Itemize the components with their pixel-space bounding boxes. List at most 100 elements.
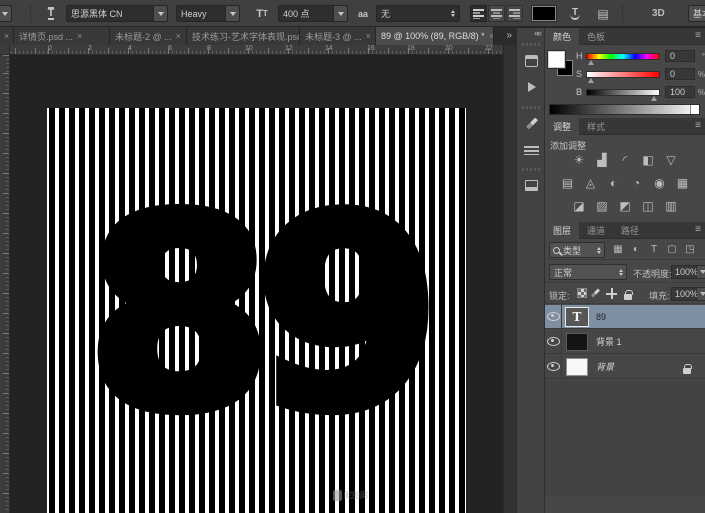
layer-filter-kind-select[interactable]: 类型: [549, 242, 605, 258]
warp-text-button[interactable]: T: [566, 5, 584, 22]
brush-panel-button[interactable]: [520, 113, 543, 134]
layer-visibility-toggle[interactable]: [545, 355, 562, 379]
curves-icon[interactable]: ◜: [617, 153, 633, 168]
document-tab[interactable]: 未标题-2 @ ... ×: [110, 27, 187, 45]
saturation-value[interactable]: 0: [665, 68, 695, 80]
document-tab-active[interactable]: 89 @ 100% (89, RGB/8) * ×: [376, 27, 494, 45]
hue-saturation-icon[interactable]: ▤: [560, 176, 576, 191]
font-family-select[interactable]: 思源黑体 CN: [66, 5, 168, 22]
panel-menu-icon[interactable]: ≡: [695, 224, 701, 235]
saturation-slider[interactable]: [586, 71, 660, 78]
updown-icon[interactable]: [447, 10, 459, 17]
vibrance-icon[interactable]: ▽: [663, 153, 679, 168]
collapse-dock-icon[interactable]: ««: [534, 28, 540, 38]
brightness-contrast-icon[interactable]: ☀: [571, 153, 587, 168]
close-icon[interactable]: ×: [489, 31, 494, 41]
panel-menu-icon[interactable]: ≡: [695, 120, 701, 131]
lock-paint-icon[interactable]: [591, 288, 600, 297]
filter-smart-objects-icon[interactable]: ◳: [683, 244, 697, 255]
dock-group-grip[interactable]: [522, 43, 541, 46]
color-ramp[interactable]: [549, 104, 700, 115]
lock-position-icon[interactable]: [606, 288, 617, 299]
close-icon[interactable]: ×: [77, 31, 82, 41]
filter-shape-layers-icon[interactable]: ▢: [665, 244, 679, 255]
text-layer-thumbnail[interactable]: T: [566, 308, 588, 326]
channel-mixer-icon[interactable]: ◉: [652, 176, 668, 191]
filter-pixel-layers-icon[interactable]: ▦: [611, 244, 625, 255]
workspace-switcher[interactable]: 基本功能: [688, 5, 705, 22]
brightness-value[interactable]: 100: [665, 86, 695, 98]
vertical-ruler[interactable]: [0, 55, 10, 513]
dock-group-grip[interactable]: [522, 168, 541, 171]
tab-paths[interactable]: 路径: [613, 222, 647, 239]
tool-preset-picker[interactable]: [0, 5, 12, 22]
canvas[interactable]: 89 昵图网: [47, 108, 466, 513]
close-icon[interactable]: ×: [176, 31, 181, 41]
canvas-text-89[interactable]: 89: [47, 184, 466, 446]
black-white-icon[interactable]: ◐: [606, 176, 622, 191]
close-icon[interactable]: ×: [4, 31, 9, 41]
horizontal-ruler[interactable]: 2 0 2 4 6 8 10 12 14 16 18 20 22: [10, 45, 503, 55]
levels-icon[interactable]: ▟: [594, 153, 610, 168]
history-panel-button[interactable]: [520, 50, 543, 71]
brightness-slider[interactable]: [586, 89, 660, 96]
tab-adjustments[interactable]: 调整: [545, 118, 579, 135]
foreground-color-swatch[interactable]: [548, 51, 565, 68]
layer-thumbnail[interactable]: [566, 358, 588, 376]
opacity-value[interactable]: 100%: [671, 265, 697, 279]
opacity-dropdown-arrow[interactable]: [697, 265, 705, 279]
dock-group-grip[interactable]: [522, 106, 541, 109]
anti-alias-select[interactable]: 无: [376, 5, 460, 22]
layer-row-89[interactable]: T 89: [545, 305, 705, 329]
layer-visibility-toggle[interactable]: [545, 305, 562, 329]
updown-icon[interactable]: [616, 269, 626, 276]
dropdown-arrow-icon[interactable]: [153, 6, 167, 21]
clone-source-panel-button[interactable]: [520, 175, 543, 196]
blend-mode-select[interactable]: 正常: [549, 264, 627, 280]
toggle-text-orientation-button[interactable]: T: [42, 5, 60, 22]
font-size-select[interactable]: 400 点: [278, 5, 348, 22]
type-color-swatch[interactable]: [532, 5, 556, 22]
tab-swatches[interactable]: 色板: [579, 28, 613, 45]
hue-value[interactable]: 0: [665, 50, 695, 62]
foreground-background-swatches[interactable]: [548, 51, 578, 81]
layer-row-background[interactable]: 背景: [545, 355, 705, 379]
3d-menu[interactable]: 3D: [652, 5, 665, 22]
tab-channels[interactable]: 通道: [579, 222, 613, 239]
layer-name[interactable]: 背景 1: [596, 335, 622, 348]
document-tab[interactable]: ×: [0, 27, 14, 45]
close-icon[interactable]: ×: [366, 31, 371, 41]
filter-adjustment-layers-icon[interactable]: ◐: [629, 244, 643, 255]
selective-color-icon[interactable]: ▥: [663, 199, 679, 214]
align-left-button[interactable]: [470, 5, 487, 22]
color-balance-icon[interactable]: ◬: [583, 176, 599, 191]
fill-value[interactable]: 100%: [671, 287, 697, 301]
fill-dropdown-arrow[interactable]: [697, 287, 705, 301]
lock-all-icon[interactable]: [624, 294, 632, 300]
slider-thumb[interactable]: [651, 96, 657, 101]
dropdown-arrow-icon[interactable]: [333, 6, 347, 21]
align-right-button[interactable]: [506, 5, 523, 22]
updown-icon[interactable]: [594, 247, 604, 254]
tab-color[interactable]: 颜色: [545, 28, 579, 45]
hue-slider[interactable]: [586, 53, 660, 60]
tab-layers[interactable]: 图层: [545, 222, 579, 239]
vertical-scrollbar[interactable]: [503, 45, 516, 513]
exposure-icon[interactable]: ◧: [640, 153, 656, 168]
threshold-icon[interactable]: ◩: [617, 199, 633, 214]
posterize-icon[interactable]: ▨: [594, 199, 610, 214]
slider-thumb[interactable]: [588, 60, 594, 65]
slider-thumb[interactable]: [588, 78, 594, 83]
gradient-map-icon[interactable]: ◫: [640, 199, 656, 214]
layer-row-background-copy[interactable]: 背景 1: [545, 330, 705, 354]
dropdown-arrow-icon[interactable]: [225, 6, 239, 21]
photo-filter-icon[interactable]: ◔: [629, 176, 645, 191]
panel-menu-icon[interactable]: ≡: [695, 30, 701, 41]
font-style-select[interactable]: Heavy: [176, 5, 240, 22]
ramp-white-chip[interactable]: [690, 105, 699, 114]
invert-icon[interactable]: ◪: [571, 199, 587, 214]
toggle-character-panel-button[interactable]: ▤: [594, 5, 612, 22]
tab-overflow-chevron[interactable]: »: [506, 30, 510, 41]
align-center-button[interactable]: [488, 5, 505, 22]
layer-thumbnail[interactable]: [566, 333, 588, 351]
